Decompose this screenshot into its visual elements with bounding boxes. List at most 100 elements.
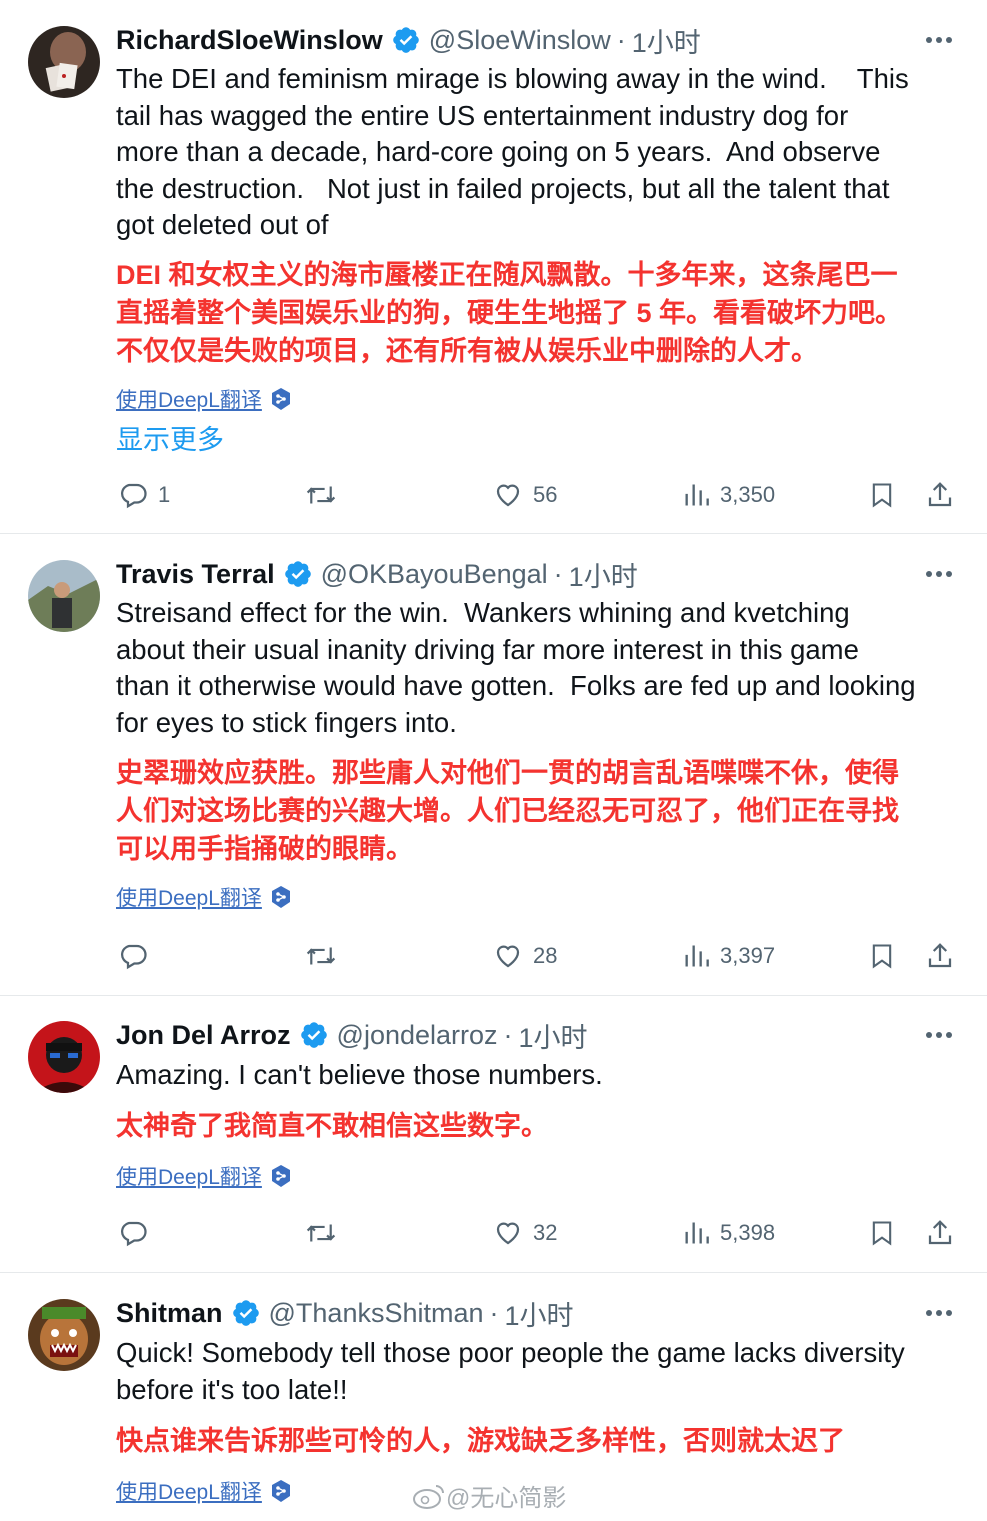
retweet-button[interactable] (304, 1213, 338, 1253)
deepl-translate-link[interactable]: 使用DeepL翻译 (116, 1161, 292, 1191)
deepl-translate-link[interactable]: 使用DeepL翻译 (116, 882, 292, 912)
retweet-icon (306, 947, 336, 965)
views-chart-icon (685, 484, 709, 506)
author-name[interactable]: Shitman (116, 1298, 223, 1329)
tweet-text: Quick! Somebody tell those poor people t… (116, 1337, 905, 1405)
reply-icon (121, 944, 147, 970)
author-name[interactable]: Travis Terral (116, 559, 275, 590)
like-count: 28 (533, 943, 558, 968)
watermark-text: @无心简影 (446, 1485, 567, 1512)
verified-badge-icon (231, 1298, 261, 1328)
retweet-icon (306, 486, 336, 504)
translation-text: 史翠珊效应获胜。那些庸人对他们一贯的胡言乱语喋喋不休，使得 人们对这场比赛的兴趣… (116, 758, 899, 864)
more-options-icon[interactable] (921, 24, 957, 56)
like-count: 32 (533, 1220, 558, 1245)
like-button[interactable]: 28 (493, 936, 557, 976)
view-count: 5,398 (720, 1220, 776, 1245)
retweet-button[interactable] (304, 475, 338, 515)
views-chart-icon (685, 1222, 709, 1244)
reply-button[interactable] (118, 936, 158, 976)
view-count: 3,397 (720, 943, 776, 968)
deepl-icon (271, 886, 290, 908)
avatar[interactable] (28, 1299, 100, 1371)
view-count: 3,350 (720, 482, 776, 507)
tweet-text: Amazing. I can't believe those numbers. (116, 1059, 603, 1090)
deepl-label[interactable]: 使用DeepL翻译 (116, 882, 262, 912)
bookmark-icon (872, 1221, 892, 1246)
deepl-translate-link[interactable]: 使用DeepL翻译 (116, 1476, 292, 1506)
more-options-icon[interactable] (921, 558, 957, 590)
avatar[interactable] (28, 560, 100, 632)
deepl-label[interactable]: 使用DeepL翻译 (116, 384, 262, 414)
separator-dot: · (489, 1297, 499, 1328)
bookmark-icon (872, 944, 892, 969)
like-button[interactable]: 32 (493, 1213, 557, 1253)
share-icon (928, 943, 952, 968)
verified-badge-icon (299, 1020, 329, 1050)
author-name[interactable]: RichardSloeWinslow (116, 25, 383, 56)
share-icon (928, 482, 952, 507)
weibo-watermark: @无心简影 (412, 1478, 566, 1513)
heart-icon (496, 484, 520, 507)
show-more-link[interactable]: 显示更多 (116, 418, 224, 457)
reply-count: 1 (158, 482, 171, 507)
deepl-icon (271, 388, 290, 410)
author-handle[interactable]: @SloeWinslow (429, 25, 611, 56)
timestamp[interactable]: 1小时 (569, 555, 638, 594)
translation-text: DEI 和女权主义的海市蜃楼正在随风飘散。十多年来，这条尾巴一 直摇着整个美国娱… (116, 260, 903, 366)
tweet-text: The DEI and feminism mirage is blowing a… (116, 63, 909, 240)
views-button[interactable]: 3,350 (682, 475, 775, 515)
author-handle[interactable]: @ThanksShitman (269, 1298, 484, 1329)
deepl-label[interactable]: 使用DeepL翻译 (116, 1476, 262, 1506)
verified-badge-icon (391, 25, 421, 55)
translation-text: 太神奇了我简直不敢相信这些数字。 (116, 1111, 548, 1141)
tweet-text: Streisand effect for the win. Wankers wh… (116, 597, 916, 738)
like-count: 56 (533, 482, 558, 507)
timestamp[interactable]: 1小时 (519, 1016, 588, 1055)
reply-button[interactable] (118, 1213, 158, 1253)
avatar[interactable] (28, 26, 100, 98)
bookmark-button[interactable] (868, 475, 896, 515)
author-handle[interactable]: @jondelarroz (337, 1020, 498, 1051)
author-handle[interactable]: @OKBayouBengal (321, 559, 548, 590)
reply-icon (121, 483, 147, 509)
reply-icon (121, 1221, 147, 1247)
bookmark-button[interactable] (868, 1213, 896, 1253)
verified-badge-icon (283, 559, 313, 589)
share-button[interactable] (925, 936, 955, 976)
deepl-icon (271, 1165, 290, 1187)
tweet-divider (0, 533, 987, 534)
views-button[interactable]: 3,397 (682, 936, 775, 976)
views-chart-icon (685, 945, 709, 967)
share-button[interactable] (925, 1213, 955, 1253)
tweet-divider (0, 995, 987, 996)
separator-dot: · (553, 558, 563, 589)
views-button[interactable]: 5,398 (682, 1213, 775, 1253)
tweet-actions: 28 3,397 (0, 936, 987, 976)
share-button[interactable] (925, 475, 955, 515)
timestamp[interactable]: 1小时 (632, 21, 701, 60)
avatar[interactable] (28, 1021, 100, 1093)
retweet-button[interactable] (304, 936, 338, 976)
more-options-icon[interactable] (921, 1019, 957, 1051)
tweet-divider (0, 1272, 987, 1273)
weibo-icon (413, 1484, 444, 1509)
deepl-translate-link[interactable]: 使用DeepL翻译 (116, 384, 292, 414)
like-button[interactable]: 56 (493, 475, 557, 515)
more-options-icon[interactable] (921, 1297, 957, 1329)
timestamp[interactable]: 1小时 (505, 1294, 574, 1333)
heart-icon (496, 1222, 520, 1245)
share-icon (928, 1220, 952, 1245)
author-name[interactable]: Jon Del Arroz (116, 1020, 291, 1051)
deepl-label[interactable]: 使用DeepL翻译 (116, 1161, 262, 1191)
tweet-actions: 32 5,398 (0, 1213, 987, 1253)
retweet-icon (306, 1224, 336, 1242)
bookmark-icon (872, 483, 892, 508)
heart-icon (496, 945, 520, 968)
deepl-icon (271, 1480, 290, 1502)
tweet-actions: 1 56 3,350 (0, 475, 987, 515)
separator-dot: · (616, 24, 626, 55)
translation-text: 快点谁来告诉那些可怜的人，游戏缺乏多样性，否则就太迟了 (116, 1426, 845, 1456)
bookmark-button[interactable] (868, 936, 896, 976)
reply-button[interactable]: 1 (118, 475, 170, 515)
